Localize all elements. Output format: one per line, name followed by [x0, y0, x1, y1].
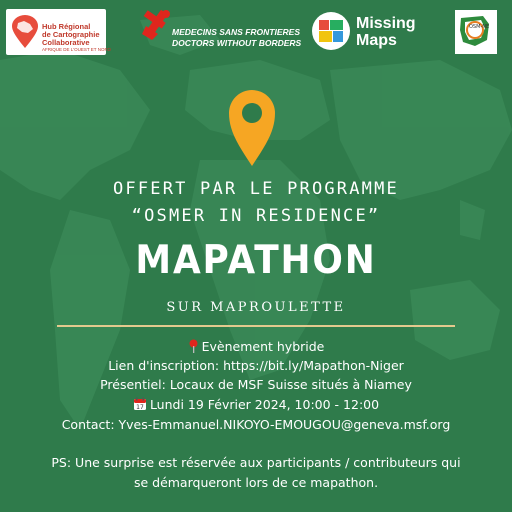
- hub-logo: Hub Régional de Cartographie Collaborati…: [6, 9, 111, 55]
- offered-by-text: OFFERT PAR LE PROGRAMME: [112, 179, 399, 199]
- hub-logo-line4: Collaborative: [42, 38, 90, 47]
- poster: Hub Régional de Cartographie Collaborati…: [0, 0, 512, 512]
- missing-maps-line2: Maps: [356, 32, 397, 49]
- date-line: 17 Lundi 19 Février 2024, 10:00 - 12:00: [0, 397, 512, 412]
- divider: [57, 325, 455, 327]
- osm-niger-logo: OSM-NE: [455, 10, 497, 54]
- msf-logo-line1: MEDECINS SANS FRONTIERES: [172, 27, 300, 37]
- registration-link[interactable]: Lien d'inscription: https://bit.ly/Mapat…: [0, 358, 512, 373]
- hub-map-icon: [12, 15, 38, 48]
- ps-line-1: PS: Une surprise est réservée aux partic…: [51, 455, 461, 470]
- location-pin-icon: [229, 90, 275, 166]
- venue-text: Présentiel: Locaux de MSF Suisse situés …: [100, 377, 412, 392]
- event-type-text: Evènement hybride: [201, 339, 325, 354]
- svg-text:17: 17: [136, 404, 144, 411]
- hub-logo-line5: AFRIQUE DE L'OUEST ET NORD: [42, 47, 111, 52]
- logo-bar: Hub Régional de Cartographie Collaborati…: [0, 0, 512, 64]
- missing-maps-logo-icon: [312, 12, 350, 50]
- osm-niger-map-icon: [460, 16, 489, 46]
- ps-line-2: se démarqueront lors de ce mapathon.: [133, 475, 379, 490]
- date-text: Lundi 19 Février 2024, 10:00 - 12:00: [149, 397, 380, 412]
- contact-email-link[interactable]: Contact: Yves-Emmanuel.NIKOYO-EMOUGOU@ge…: [0, 417, 512, 432]
- program-name: “OSMER IN RESIDENCE”: [131, 206, 381, 226]
- event-type-line: Evènement hybride: [0, 339, 512, 354]
- page-title: MAPATHON: [135, 238, 377, 283]
- round-pushpin-icon: [189, 339, 198, 353]
- msf-logo-line2: DOCTORS WITHOUT BORDERS: [172, 38, 302, 48]
- osm-niger-label: OSM-NE: [469, 24, 490, 30]
- subtitle: SUR MAPROULETTE: [166, 300, 346, 315]
- calendar-icon: 17: [133, 397, 146, 411]
- missing-maps-line1: Missing: [356, 15, 416, 32]
